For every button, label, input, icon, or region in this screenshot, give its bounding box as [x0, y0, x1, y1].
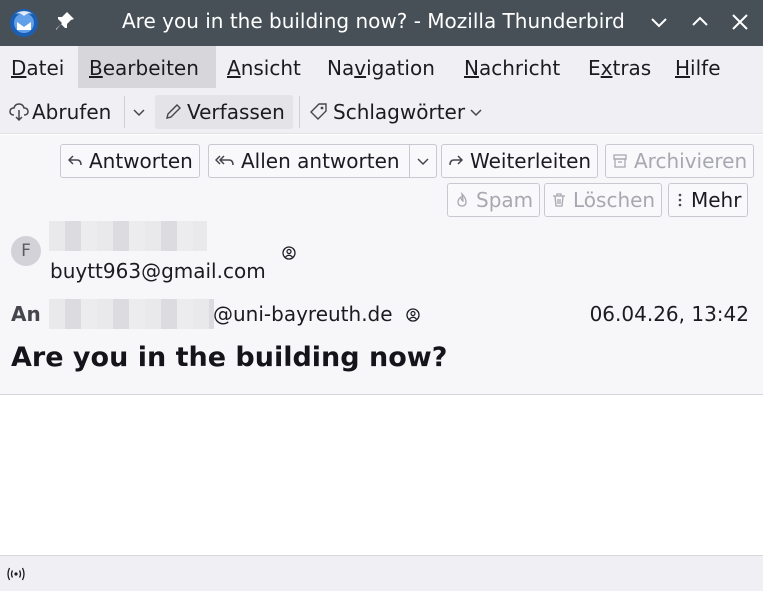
- recipient-contact-icon[interactable]: [406, 307, 420, 322]
- recipient-email-domain[interactable]: @uni-bayreuth.de: [213, 302, 393, 326]
- reply-all-label: Allen antworten: [241, 149, 400, 173]
- menu-navigation[interactable]: Navigation: [316, 46, 446, 88]
- menu-bar: Datei Bearbeiten Ansicht Navigation Nach…: [0, 46, 763, 90]
- tag-icon: [310, 103, 327, 120]
- delete-label: Löschen: [573, 188, 656, 212]
- menu-bearbeiten[interactable]: Bearbeiten: [78, 46, 216, 88]
- forward-icon: [448, 153, 464, 169]
- kebab-menu-icon: [675, 192, 685, 208]
- more-button[interactable]: Mehr: [668, 183, 749, 217]
- forward-label: Weiterleiten: [470, 149, 592, 173]
- message-subject: Are you in the building now?: [11, 342, 448, 373]
- reply-label: Antworten: [89, 149, 193, 173]
- menu-ansicht[interactable]: Ansicht: [216, 46, 312, 88]
- delete-button[interactable]: Löschen: [544, 183, 663, 217]
- main-toolbar: Abrufen Verfassen Schlagwörter: [0, 90, 763, 134]
- maximize-chevron-up-icon[interactable]: [686, 8, 714, 36]
- tags-button[interactable]: Schlagwörter: [309, 95, 483, 129]
- write-button[interactable]: Verfassen: [155, 95, 293, 129]
- window-title: Are you in the building now? - Mozilla T…: [122, 9, 625, 33]
- message-header-pane: Antworten Allen antworten Weiterleiten A…: [0, 135, 763, 395]
- avatar: F: [11, 236, 41, 266]
- junk-button[interactable]: Spam: [447, 183, 541, 217]
- chevron-down-icon: [470, 109, 482, 117]
- reply-all-dropdown-chevron-down-icon[interactable]: [409, 144, 437, 178]
- add-contact-icon[interactable]: [282, 245, 296, 260]
- reply-all-button[interactable]: Allen antworten: [208, 144, 410, 178]
- reply-button[interactable]: Antworten: [60, 144, 200, 178]
- redacted-sender-name: [49, 221, 207, 251]
- message-body[interactable]: [0, 396, 763, 555]
- archive-icon: [612, 153, 628, 169]
- forward-button[interactable]: Weiterleiten: [441, 144, 599, 178]
- get-messages-label: Abrufen: [32, 100, 112, 124]
- pencil-icon: [166, 104, 181, 119]
- status-bar: [0, 555, 763, 591]
- close-icon[interactable]: [726, 8, 754, 36]
- to-label: An: [11, 302, 41, 326]
- menu-nachricht[interactable]: Nachricht: [453, 46, 571, 88]
- cloud-download-icon: [9, 103, 29, 122]
- toolbar-separator: [299, 96, 300, 128]
- archive-button[interactable]: Archivieren: [605, 144, 755, 178]
- menu-extras[interactable]: Extras: [577, 46, 662, 88]
- window-titlebar: Are you in the building now? - Mozilla T…: [0, 0, 763, 46]
- pin-icon[interactable]: [54, 10, 76, 32]
- menu-datei[interactable]: Datei: [0, 46, 75, 88]
- flame-icon: [454, 192, 470, 208]
- archive-label: Archivieren: [634, 149, 748, 173]
- message-date: 06.04.26, 13:42: [589, 302, 749, 326]
- thunderbird-icon: [8, 6, 40, 38]
- tags-label: Schlagwörter: [333, 100, 466, 124]
- menu-hilfe[interactable]: Hilfe: [664, 46, 732, 88]
- redacted-recipient-name: [49, 299, 214, 329]
- write-label: Verfassen: [187, 100, 285, 124]
- from-email[interactable]: buytt963@gmail.com: [50, 259, 266, 283]
- toolbar-separator: [124, 96, 125, 128]
- window-menu-chevron-down-icon[interactable]: [645, 8, 673, 36]
- junk-label: Spam: [476, 188, 534, 212]
- online-status-icon[interactable]: [6, 566, 26, 586]
- reply-all-icon: [215, 153, 235, 169]
- more-label: Mehr: [691, 188, 742, 212]
- get-messages-dropdown-chevron-down-icon[interactable]: [128, 95, 150, 129]
- get-messages-button[interactable]: Abrufen: [8, 95, 111, 129]
- reply-icon: [67, 153, 83, 169]
- trash-icon: [551, 192, 567, 208]
